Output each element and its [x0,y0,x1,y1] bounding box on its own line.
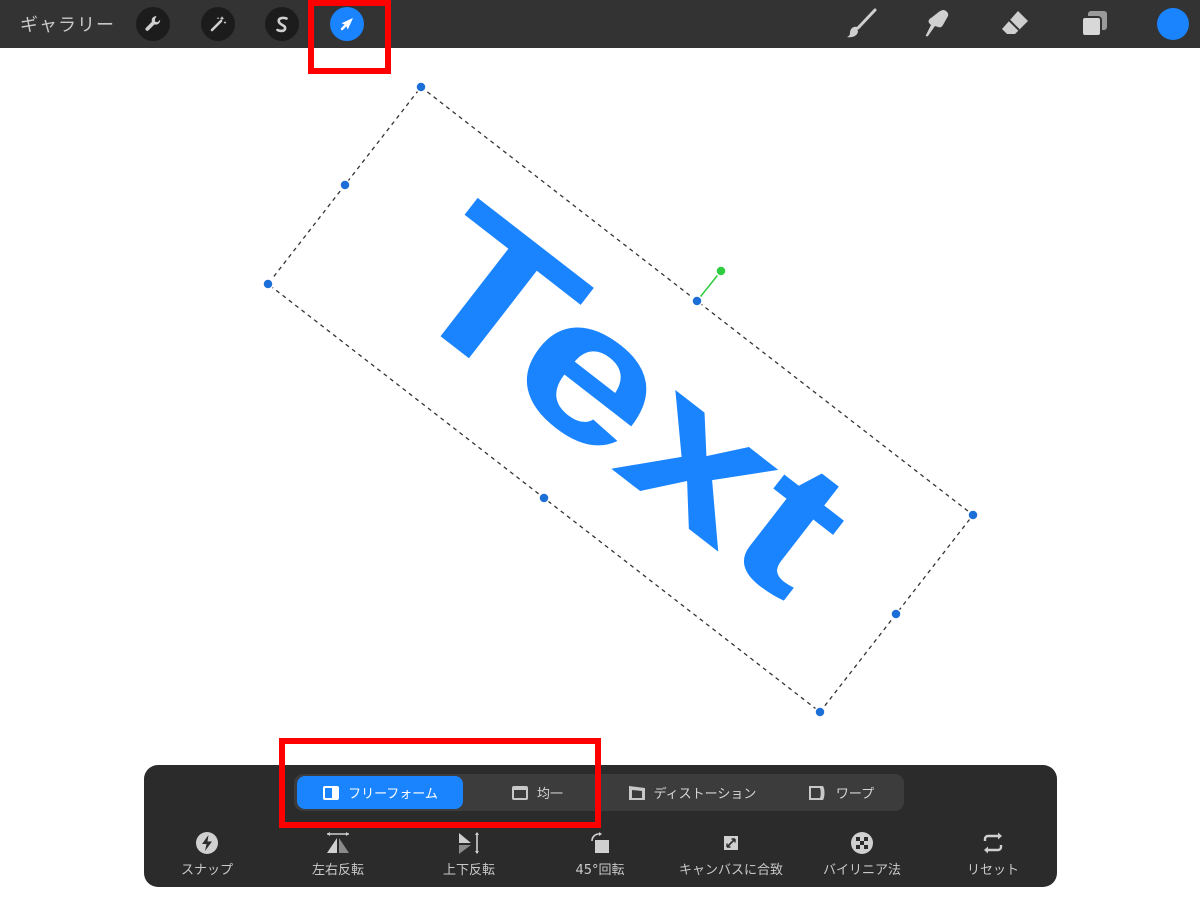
eraser-button[interactable] [997,6,1033,42]
handle-corner-top[interactable] [415,81,427,93]
reset-label: リセット [966,863,1019,878]
warp-icon [808,785,825,800]
lightning-icon [196,832,218,854]
smudge-icon [925,10,949,37]
snap-button[interactable]: スナップ [142,831,272,879]
mode-uniform-label: 均一 [536,787,563,802]
handle-edge-right[interactable] [890,608,902,620]
mode-distort-label: ディストーション [653,787,757,802]
handle-edge-bottom[interactable] [538,492,550,504]
fit-canvas-label: キャンバスに合致 [678,863,783,878]
selection-s-icon [276,16,288,33]
mode-uniform[interactable]: 均一 [472,776,602,809]
handle-corner-left[interactable] [262,278,274,290]
bilinear-label: バイリニア法 [822,863,901,878]
mode-freeform-label: フリーフォーム [348,787,438,802]
handle-corner-bottom[interactable] [814,706,826,718]
rotate-45-button[interactable]: 45°回転 [535,831,665,879]
rotate-45-icon [591,832,609,853]
mode-warp-label: ワープ [835,787,875,802]
flip-vertical-button[interactable]: 上下反転 [404,831,534,879]
rotate-45-label: 45°回転 [575,863,625,878]
transform-button[interactable] [330,7,364,41]
mode-warp[interactable]: ワープ [782,776,900,809]
actions-button[interactable] [136,7,170,41]
handle-edge-left[interactable] [339,179,351,191]
gallery-button[interactable]: ギャラリー [20,11,115,37]
bilinear-icon [851,832,873,854]
reset-button[interactable]: リセット [928,831,1058,879]
flip-vertical-label: 上下反転 [442,863,495,878]
handle-corner-right[interactable] [967,509,979,521]
top-toolbar: ギャラリー [0,0,1200,48]
flip-horizontal-button[interactable]: 左右反転 [273,831,403,879]
reset-icon [983,832,1003,854]
wrench-icon [145,16,161,31]
uniform-icon [511,785,528,800]
transform-panel: フリーフォーム 均一 ディストーション ワープ スナップ 左右反転 上下反転 4… [144,765,1057,887]
snap-label: スナップ [180,863,233,878]
transform-mode-selector: フリーフォーム 均一 ディストーション ワープ [294,774,904,811]
rotation-handle-line [696,270,722,302]
adjustments-button[interactable] [201,7,235,41]
bilinear-button[interactable]: バイリニア法 [797,831,927,879]
layers-button[interactable] [1077,6,1113,42]
fit-canvas-icon [724,836,738,850]
transform-arrow-icon [340,18,353,31]
layers-icon [1081,11,1107,37]
brush-icon [847,8,877,38]
flip-horizontal-label: 左右反転 [311,863,364,878]
fit-canvas-button[interactable]: キャンバスに合致 [666,831,796,879]
magic-wand-icon [210,16,227,32]
selection-button[interactable] [265,7,299,41]
eraser-icon [1002,11,1028,34]
mode-distort[interactable]: ディストーション [612,776,772,809]
distort-icon [628,785,645,800]
mode-freeform[interactable]: フリーフォーム [297,776,463,809]
rotation-handle[interactable] [715,265,727,277]
smudge-button[interactable] [920,6,956,42]
flip-vertical-icon [459,832,479,854]
color-picker-swatch[interactable] [1157,8,1189,40]
handle-edge-top[interactable] [691,295,703,307]
freeform-icon [323,785,340,800]
flip-horizontal-icon [327,832,349,853]
brush-button[interactable] [844,6,880,42]
